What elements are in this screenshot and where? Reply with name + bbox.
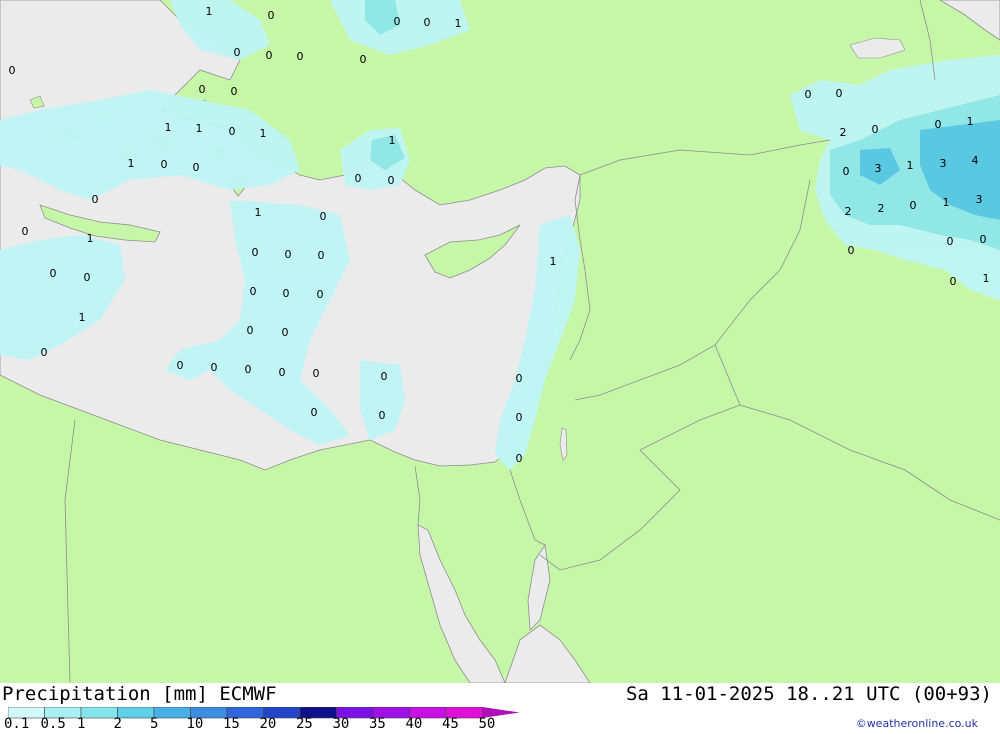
value-label: 0	[947, 235, 954, 248]
value-label: 0	[50, 267, 57, 280]
value-label: 0	[229, 125, 236, 138]
value-label: 0	[516, 411, 523, 424]
value-label: 1	[389, 134, 396, 147]
value-label: 0	[935, 118, 942, 131]
value-label: 0	[320, 210, 327, 223]
value-label: 0	[516, 372, 523, 385]
value-label: 3	[940, 157, 947, 170]
value-label: 0	[247, 324, 254, 337]
value-label: 0	[872, 123, 879, 136]
value-label: 0	[318, 249, 325, 262]
colorbar-tick-label: 5	[150, 716, 159, 732]
value-label: 0	[252, 246, 259, 259]
value-label: 0	[193, 161, 200, 174]
value-label: 0	[9, 64, 16, 77]
value-label: 3	[875, 162, 882, 175]
value-label: 1	[983, 272, 990, 285]
value-label: 0	[245, 363, 252, 376]
colorbar-tick-label: 1	[77, 716, 86, 732]
value-label: 0	[211, 361, 218, 374]
value-label: 1	[79, 311, 86, 324]
value-label: 1	[455, 17, 462, 30]
colorbar-tick-label: 2	[113, 716, 122, 732]
legend-footer: Precipitation [mm] ECMWF Sa 11-01-2025 1…	[0, 683, 1000, 733]
precipitation-map: 1 0 0 0 1 0 0 0 0 0 0 0 1 1 0 1 1 0 0 1 …	[0, 0, 1000, 683]
value-label: 0	[234, 46, 241, 59]
colorbar-tick-label: 35	[369, 716, 386, 732]
value-label: 0	[311, 406, 318, 419]
value-label: 0	[381, 370, 388, 383]
colorbar-tick-label: 0.5	[40, 716, 66, 732]
run-info: Sa 11-01-2025 18..21 UTC (00+93)	[625, 683, 992, 705]
value-label: 0	[360, 53, 367, 66]
value-label: 0	[297, 50, 304, 63]
value-label: 0	[379, 409, 386, 422]
value-label: 0	[199, 83, 206, 96]
value-label: 0	[250, 285, 257, 298]
value-label: 0	[92, 193, 99, 206]
value-label: 0	[177, 359, 184, 372]
value-label: 0	[424, 16, 431, 29]
value-label: 0	[843, 165, 850, 178]
value-label: 0	[266, 49, 273, 62]
credit: ©weatheronline.co.uk	[855, 717, 978, 730]
value-label: 1	[550, 255, 557, 268]
value-label: 0	[910, 199, 917, 212]
colorbar-tick-label: 30	[332, 716, 350, 732]
value-label: 0	[161, 158, 168, 171]
value-label: 0	[516, 452, 523, 465]
value-label: 1	[128, 157, 135, 170]
value-label: 0	[285, 248, 292, 261]
value-label: 0	[268, 9, 275, 22]
value-label: 0	[950, 275, 957, 288]
value-label: 1	[255, 206, 262, 219]
value-label: 1	[943, 196, 950, 209]
colorbar-tick-label: 45	[442, 716, 459, 732]
value-label: 0	[317, 288, 324, 301]
value-label: 2	[840, 126, 847, 139]
value-label: 0	[355, 172, 362, 185]
value-label: 2	[845, 205, 852, 218]
value-label: 0	[388, 174, 395, 187]
value-label: 1	[196, 122, 203, 135]
value-label: 1	[260, 127, 267, 140]
value-label: 0	[805, 88, 812, 101]
value-label: 0	[313, 367, 320, 380]
colorbar-tick-label: 40	[405, 716, 423, 732]
value-label: 0	[41, 346, 48, 359]
value-label: 0	[231, 85, 238, 98]
value-label: 1	[165, 121, 172, 134]
colorbar-ticks: 0.1 0.5 1 2 5 10 15 20 25 30 35 40 45 50	[0, 716, 520, 734]
colorbar-tick-label: 50	[478, 716, 496, 732]
value-label: 1	[967, 115, 974, 128]
value-label: 0	[22, 225, 29, 238]
value-label: 0	[980, 233, 987, 246]
value-label: 0	[394, 15, 401, 28]
value-label: 1	[206, 5, 213, 18]
value-label: 1	[87, 232, 94, 245]
value-label: 1	[907, 159, 914, 172]
value-label: 0	[283, 287, 290, 300]
value-label: 0	[282, 326, 289, 339]
colorbar-tick-label: 15	[223, 716, 240, 732]
value-label: 0	[279, 366, 286, 379]
value-label: 4	[972, 154, 979, 167]
colorbar-tick-label: 20	[259, 716, 277, 732]
value-label: 0	[84, 271, 91, 284]
colorbar-tick-label: 25	[296, 716, 313, 732]
colorbar-tick-label: 0.1	[4, 716, 30, 732]
value-label: 2	[878, 202, 885, 215]
value-label: 3	[976, 193, 983, 206]
value-label: 0	[848, 244, 855, 257]
legend-title: Precipitation [mm] ECMWF	[2, 683, 277, 705]
value-label: 0	[836, 87, 843, 100]
colorbar-tick-label: 10	[186, 716, 204, 732]
